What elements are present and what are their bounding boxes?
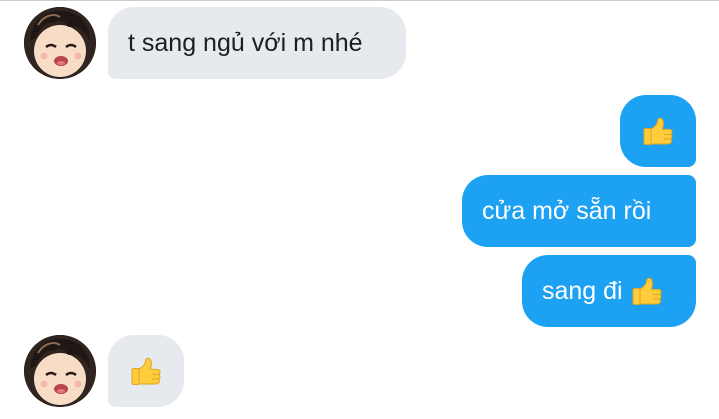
thumbs-up-icon — [642, 115, 674, 147]
message-text: sang đi — [542, 277, 623, 305]
message-bubble-outgoing[interactable] — [620, 95, 696, 167]
thumbs-up-icon — [130, 355, 162, 387]
avatar-image — [24, 335, 96, 407]
thumbs-up-icon — [631, 275, 663, 307]
chat-thread: t sang ngủ với m nhé cửa mở sẵn rồi sang… — [0, 0, 719, 419]
message-bubble-outgoing[interactable]: sang đi — [522, 255, 696, 327]
contact-avatar[interactable] — [24, 7, 96, 79]
avatar-image — [24, 7, 96, 79]
message-text: t sang ngủ với m nhé — [128, 29, 363, 57]
message-bubble-outgoing[interactable]: cửa mở sẵn rồi — [462, 175, 696, 247]
message-bubble-incoming[interactable]: t sang ngủ với m nhé — [108, 7, 406, 79]
contact-avatar[interactable] — [24, 335, 96, 407]
message-bubble-incoming[interactable] — [108, 335, 184, 407]
message-text: cửa mở sẵn rồi — [482, 197, 652, 225]
